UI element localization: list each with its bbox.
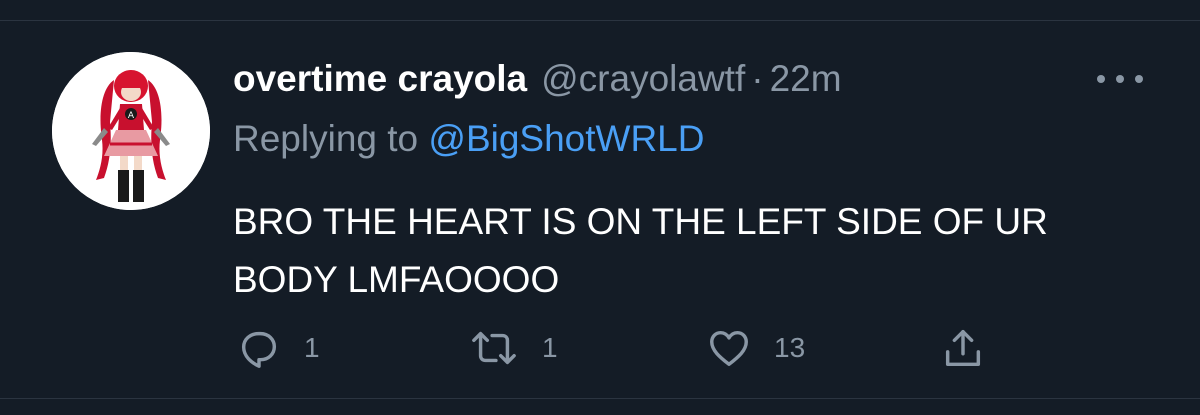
more-dot: [1135, 75, 1143, 83]
tweet-header: overtime crayola @crayolawtf · 22m: [233, 56, 842, 102]
replying-to: Replying to @BigShotWRLD: [233, 116, 704, 162]
separator-dot: ·: [751, 58, 764, 99]
tweet-frame: A overtime crayola @crayolawtf · 22m Rep…: [0, 0, 1200, 415]
reply-count: 1: [304, 332, 320, 363]
retweet-button[interactable]: 1: [468, 318, 558, 378]
like-button[interactable]: 13: [706, 318, 805, 378]
like-count: 13: [774, 332, 806, 363]
avatar-illustration: A: [52, 52, 210, 210]
replying-to-handle-link[interactable]: @BigShotWRLD: [428, 118, 704, 159]
reply-button[interactable]: 1: [236, 318, 320, 378]
top-divider: [0, 20, 1200, 21]
reply-icon: [241, 331, 277, 368]
display-name[interactable]: overtime crayola: [233, 56, 527, 102]
share-icon: [945, 329, 981, 367]
svg-text:A: A: [128, 111, 135, 121]
share-button[interactable]: [940, 318, 986, 378]
more-dot: [1097, 75, 1105, 83]
replying-to-label: Replying to: [233, 118, 419, 159]
action-bar: 1 1 13: [0, 318, 1200, 378]
timestamp[interactable]: 22m: [770, 56, 842, 102]
tweet-text: BRO THE HEART IS ON THE LEFT SIDE OF UR …: [233, 201, 1048, 300]
heart-icon: [710, 330, 748, 367]
avatar[interactable]: A: [52, 52, 210, 210]
retweet-icon: [472, 331, 516, 365]
more-dot: [1116, 75, 1124, 83]
retweet-count: 1: [542, 332, 558, 363]
more-options-icon[interactable]: [1097, 72, 1143, 86]
bottom-divider: [0, 398, 1200, 399]
user-handle[interactable]: @crayolawtf: [541, 56, 745, 102]
